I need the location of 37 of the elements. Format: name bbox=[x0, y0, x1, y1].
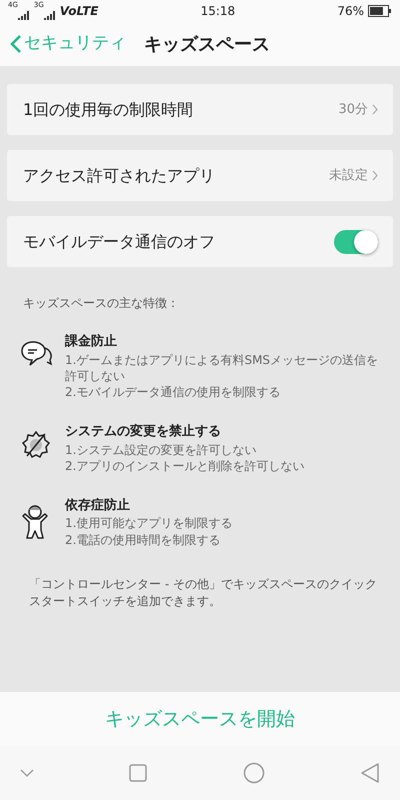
feature-description: 1.システム設定の変更を許可しない bbox=[65, 442, 258, 458]
setting-value: 30分 bbox=[338, 100, 368, 119]
feature-title: システムの変更を禁止する bbox=[65, 422, 222, 442]
settings-row[interactable]: アクセス許可されたアプリ 未設定 bbox=[7, 150, 393, 201]
feature-title: 課金防止 bbox=[65, 333, 118, 351]
toggle-switch[interactable] bbox=[334, 230, 378, 254]
feature-description: 2.電話の使用時間を制限する bbox=[65, 532, 222, 548]
battery-icon bbox=[368, 5, 392, 17]
setting-label: 1回の使用毎の制限時間 bbox=[23, 98, 194, 120]
setting-label: モバイルデータ通信のオフ bbox=[23, 230, 215, 252]
home-icon[interactable] bbox=[242, 762, 265, 784]
child-figure-icon bbox=[21, 504, 49, 540]
time-text: 15:18 bbox=[200, 3, 236, 20]
chat-bubbles-icon bbox=[21, 340, 53, 368]
volte-label: VoLTE bbox=[60, 3, 98, 20]
page-title: キッズスペース bbox=[144, 32, 270, 56]
battery-percent: 76% bbox=[337, 3, 364, 20]
setting-value: 未設定 bbox=[329, 166, 368, 185]
settings-row[interactable]: 1回の使用毎の制限時間 30分 bbox=[7, 84, 393, 135]
chevron-left-icon bbox=[10, 34, 22, 54]
back-icon[interactable] bbox=[360, 763, 380, 783]
feature-description: 2.モバイルデータ通信の使用を制限する bbox=[65, 384, 282, 400]
note-text: 「コントロールセンター - その他」でキッズスペースのクイックスタートスイッチを追加できます。 bbox=[28, 576, 378, 610]
signal-icon bbox=[44, 11, 56, 20]
feature-description: 2.アプリのインストールと削除を許可しない bbox=[65, 458, 304, 474]
section-heading: キッズスペースの主な特徴： bbox=[22, 295, 180, 312]
feature-description: 1.使用可能なアプリを制限する bbox=[65, 515, 232, 532]
signal-icon bbox=[18, 11, 30, 20]
setting-label: アクセス許可されたアプリ bbox=[23, 164, 215, 186]
chevron-right-icon bbox=[372, 170, 378, 181]
crossed-gear-icon bbox=[21, 430, 51, 460]
settings-row[interactable]: モバイルデータ通信のオフ bbox=[7, 216, 393, 267]
chevron-down-icon[interactable] bbox=[20, 769, 34, 777]
chevron-right-icon bbox=[372, 104, 378, 115]
feature-description: 1.ゲームまたはアプリによる有料SMSメッセージの送信を許可しない bbox=[65, 352, 379, 384]
feature-title: 依存症防止 bbox=[65, 496, 131, 515]
square-icon[interactable] bbox=[129, 764, 148, 782]
